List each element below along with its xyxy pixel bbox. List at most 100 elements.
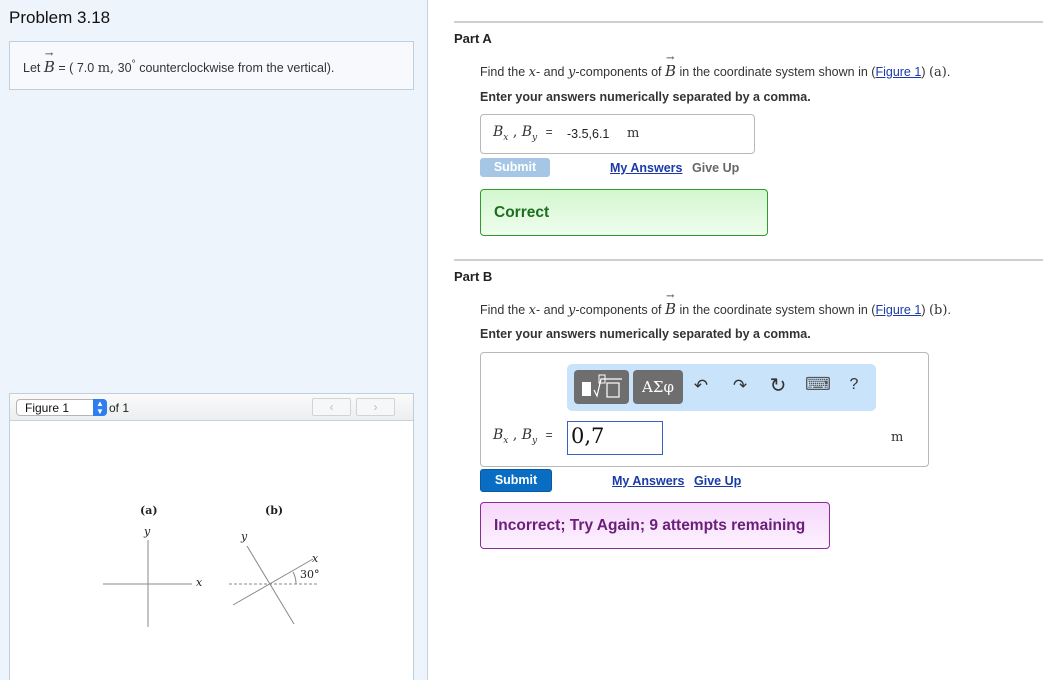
part-b-answer-box: ΑΣφ ↶ ↷ ↻ ⌨ ? Bx , By = 0,7 m [480,352,929,467]
q-text: - and [536,303,565,317]
keyboard-icon[interactable]: ⌨ [805,374,831,395]
greek-symbols-button[interactable]: ΑΣφ [633,370,683,404]
part-b-question: Find the x- and y-components of → B in th… [480,291,951,318]
problem-title: Problem 3.18 [9,8,111,27]
equals-sign: = [545,125,553,139]
q-text: . [946,65,951,79]
q-text: Find the [480,303,526,317]
part-b-give-up-link[interactable]: Give Up [694,474,741,488]
b-symbol: B [493,124,504,140]
vector-arrow-icon: → [666,291,675,302]
y-subscript: y [532,132,538,143]
q-text: in the coordinate system shown in ( [679,303,876,317]
b-symbol: B [521,124,533,140]
axis-b-y [246,545,295,625]
part-a-unit: m [627,126,640,141]
statement-suffix: counterclockwise from the vertical). [139,61,335,75]
chevron-left-icon: ‹ [329,400,334,414]
problem-statement: Let → B = ( 7.0 m, 30° counterclockwise f… [9,41,414,90]
b-symbol: B [493,427,504,443]
q-text: . [947,303,951,317]
chevron-right-icon: › [373,400,378,414]
part-b-my-answers-link[interactable]: My Answers [612,474,684,488]
axis-b-y-label: y [240,530,248,543]
figure-1-diagram: (a) (b) y x y x 30° [103,504,320,627]
statement-angle: 30 [117,61,132,75]
y-subscript: y [532,435,538,446]
undo-icon[interactable]: ↶ [690,376,712,396]
vector-arrow-icon: → [666,53,675,64]
figure-select-value: Figure 1 [25,401,70,415]
comma: , [512,427,518,443]
updown-chevron-icon: ▲ ▼ [93,399,107,416]
part-b-instruction: Enter your answers numerically separated… [480,327,811,341]
vector-symbol: B [665,300,677,318]
vector-b: → B [665,291,677,318]
templates-icon [582,374,622,398]
problem-panel: Problem 3.18 Let → B = ( 7.0 m, 30° count… [0,0,428,680]
vector-b: → B [665,53,677,80]
help-icon[interactable]: ? [843,376,865,394]
statement-magnitude: 7.0 [76,61,95,75]
part-b-label: Part B [454,269,493,284]
label-b: (b) [265,504,283,517]
statement-unit: m [97,61,111,76]
axis-b-x-label: x [312,552,319,565]
part-a-answer-box: Bx , By = -3.5,6.1 m [480,114,755,154]
reset-icon[interactable]: ↻ [767,373,789,398]
part-b-submit-button[interactable]: Submit [480,469,552,492]
q-text: -components of [575,303,662,317]
part-a-submit-button[interactable]: Submit [480,158,550,177]
equals-sign: = [545,428,553,442]
part-b-feedback-incorrect: Incorrect; Try Again; 9 attempts remaini… [480,502,830,549]
parts-panel: Part A Find the x- and y-components of →… [428,0,1043,680]
axis-b-x [232,558,314,606]
statement-prefix: Let [23,61,41,75]
part-a-label: Part A [454,31,492,46]
q-which: (b) [928,303,948,318]
vector-arrow-icon: → [44,49,54,60]
q-text: ) [921,303,926,317]
answer-label: Bx , By = [493,427,553,446]
figure-count: of 1 [109,401,130,415]
part-b-unit: m [891,430,904,445]
figure-viewer: Figure 1 ▲ ▼ of 1 ‹ › (a) (b) y x y x 30° [9,393,414,680]
q-text: -components of [575,65,662,79]
q-x: x [528,303,536,318]
part-a-give-up: Give Up [692,161,740,175]
part-b-answer-input[interactable]: 0,7 [567,421,663,455]
statement-separator: , [110,61,115,76]
part-a-feedback-correct: Correct [480,189,768,236]
angle-arc [292,571,297,585]
vector-symbol: B [43,58,55,76]
figure-toolbar: Figure 1 ▲ ▼ of 1 ‹ › [10,394,413,421]
part-a-answer-value: -3.5,6.1 [567,127,610,141]
degree-symbol: ° [131,58,136,70]
prev-figure-button[interactable]: ‹ [312,398,351,416]
q-x: x [528,65,536,80]
q-text: ) [921,65,926,79]
q-text: in the coordinate system shown in ( [679,65,876,79]
q-which: (a) [928,65,947,80]
angle-label: 30° [300,568,320,581]
comma: , [512,124,518,140]
x-subscript: x [503,435,509,446]
redo-icon[interactable]: ↷ [729,376,751,396]
vector-symbol: B [665,62,677,80]
vector-b: → B [43,49,55,76]
figure-select[interactable]: Figure 1 ▲ ▼ [16,399,107,416]
q-text: - and [536,65,565,79]
part-a-instruction: Enter your answers numerically separated… [480,90,811,104]
part-a-my-answers-link[interactable]: My Answers [610,161,682,175]
figure-1-link[interactable]: Figure 1 [875,303,921,317]
label-a: (a) [140,504,158,517]
answer-label: Bx , By = [493,124,553,143]
divider [454,259,1043,261]
figure-1-link[interactable]: Figure 1 [875,65,921,79]
b-symbol: B [521,427,533,443]
x-subscript: x [503,132,509,143]
next-figure-button[interactable]: › [356,398,395,416]
statement-equals: = ( [58,61,74,75]
templates-button[interactable] [574,370,629,404]
axis-a-y-label: y [143,525,151,538]
